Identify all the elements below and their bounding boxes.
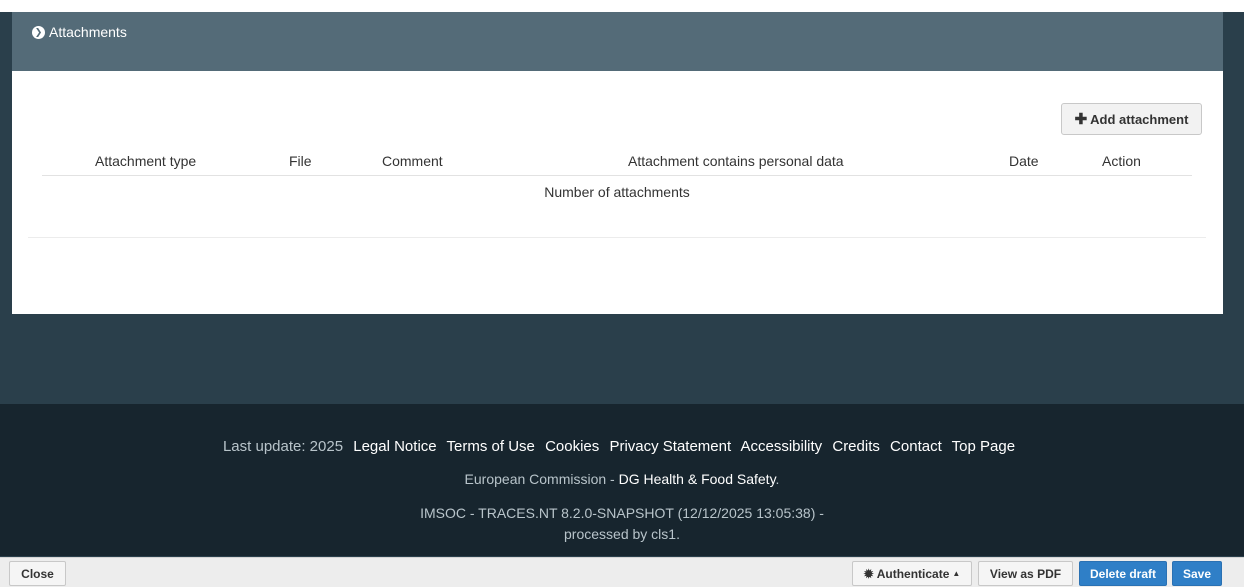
- top-strip: [0, 0, 1244, 12]
- table-header: Attachment type File Comment Attachment …: [42, 147, 1192, 176]
- footer-link-credits[interactable]: Credits: [832, 438, 880, 455]
- footer-link-legal-notice[interactable]: Legal Notice: [353, 438, 436, 455]
- footer-ec: European Commission - DG Health & Food S…: [0, 471, 1244, 487]
- ec-prefix: European Commission -: [464, 471, 619, 487]
- attachments-body: ✚ Add attachment Attachment type File Co…: [12, 71, 1223, 314]
- column-header-comment: Comment: [382, 153, 443, 169]
- add-attachment-label: Add attachment: [1090, 111, 1189, 127]
- column-header-file: File: [289, 153, 312, 169]
- footer-link-cookies[interactable]: Cookies: [545, 438, 599, 455]
- attachments-header[interactable]: ❯ Attachments: [12, 12, 1223, 71]
- delete-draft-button[interactable]: Delete draft: [1079, 561, 1167, 586]
- footer-link-top-page[interactable]: Top Page: [952, 438, 1015, 455]
- gear-icon: ✹: [863, 566, 874, 581]
- add-attachment-button[interactable]: ✚ Add attachment: [1061, 103, 1202, 135]
- version-line-1: IMSOC - TRACES.NT 8.2.0-SNAPSHOT (12/12/…: [420, 505, 824, 521]
- authenticate-label: Authenticate: [876, 566, 950, 581]
- caret-up-icon: ▲: [952, 569, 961, 578]
- footer-link-accessibility[interactable]: Accessibility: [741, 438, 823, 455]
- section-title: Attachments: [49, 24, 127, 40]
- chevron-right-icon: ❯: [32, 26, 45, 39]
- version-line-2: processed by cls1.: [564, 526, 680, 542]
- column-header-action: Action: [1102, 153, 1141, 169]
- plus-icon: ✚: [1074, 111, 1088, 128]
- authenticate-button[interactable]: ✹ Authenticate ▲: [852, 561, 972, 586]
- version-info: IMSOC - TRACES.NT 8.2.0-SNAPSHOT (12/12/…: [0, 503, 1244, 545]
- footer: Last update: 2025 Legal Notice Terms of …: [0, 404, 1244, 556]
- column-header-personal-data: Attachment contains personal data: [628, 153, 844, 169]
- divider: [28, 237, 1206, 238]
- column-header-date: Date: [1009, 153, 1039, 169]
- dg-health-link[interactable]: DG Health & Food Safety: [619, 471, 776, 487]
- footer-link-privacy[interactable]: Privacy Statement: [609, 438, 731, 455]
- save-button[interactable]: Save: [1172, 561, 1222, 586]
- attachments-table: Attachment type File Comment Attachment …: [42, 147, 1192, 200]
- last-update: Last update: 2025: [222, 438, 344, 455]
- attachments-panel: ❯ Attachments ✚ Add attachment Attachmen…: [12, 12, 1223, 314]
- footer-links: Last update: 2025 Legal Notice Terms of …: [0, 404, 1244, 455]
- ec-suffix: .: [775, 471, 780, 487]
- view-pdf-button[interactable]: View as PDF: [978, 561, 1073, 586]
- footer-link-terms[interactable]: Terms of Use: [447, 438, 535, 455]
- attachments-count: Number of attachments: [544, 184, 690, 200]
- column-header-attachment-type: Attachment type: [95, 153, 197, 169]
- footer-link-contact[interactable]: Contact: [890, 438, 942, 455]
- close-button[interactable]: Close: [9, 561, 66, 586]
- action-bar: Close ✹ Authenticate ▲ View as PDF Delet…: [0, 557, 1244, 587]
